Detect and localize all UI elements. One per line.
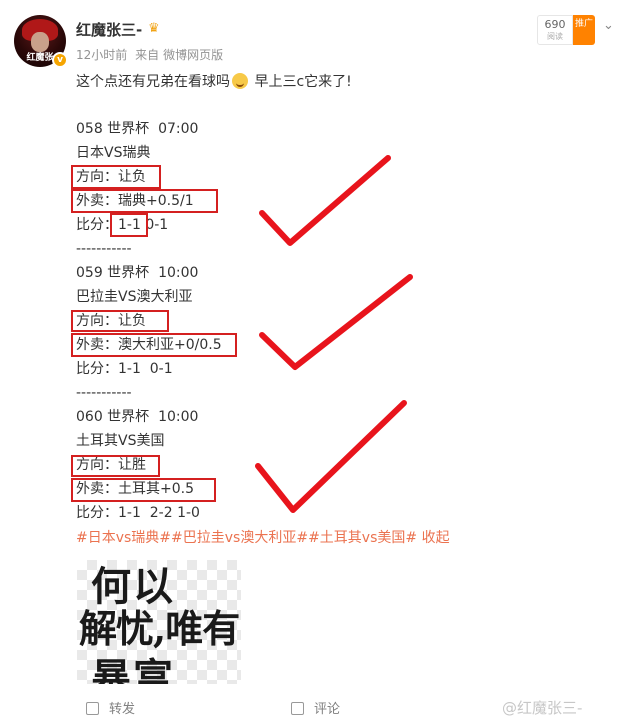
repost-label: 转发: [109, 702, 136, 717]
image-text-line: 解忧,唯有: [79, 606, 240, 651]
attached-image[interactable]: 何以 解忧,唯有 暴富: [77, 560, 241, 684]
topic-links[interactable]: #日本vs瑞典##巴拉圭vs澳大利亚##土耳其vs美国#: [76, 530, 417, 546]
checkmark-icon: [255, 400, 407, 513]
image-text-line: 暴富: [91, 655, 175, 684]
repost-button[interactable]: 转发: [86, 698, 135, 717]
checkmark-icon: [259, 274, 413, 370]
topics-line: #日本vs瑞典##巴拉圭vs澳大利亚##土耳其vs美国# 收起: [76, 527, 450, 547]
comment-icon: [291, 702, 304, 715]
watermark: @红魔张三-: [502, 699, 583, 717]
comment-label: 评论: [314, 702, 341, 717]
checkmark-icon: [259, 155, 391, 246]
comment-button[interactable]: 评论: [291, 698, 340, 717]
collapse-link[interactable]: 收起: [422, 530, 450, 546]
repost-icon: [86, 702, 99, 715]
